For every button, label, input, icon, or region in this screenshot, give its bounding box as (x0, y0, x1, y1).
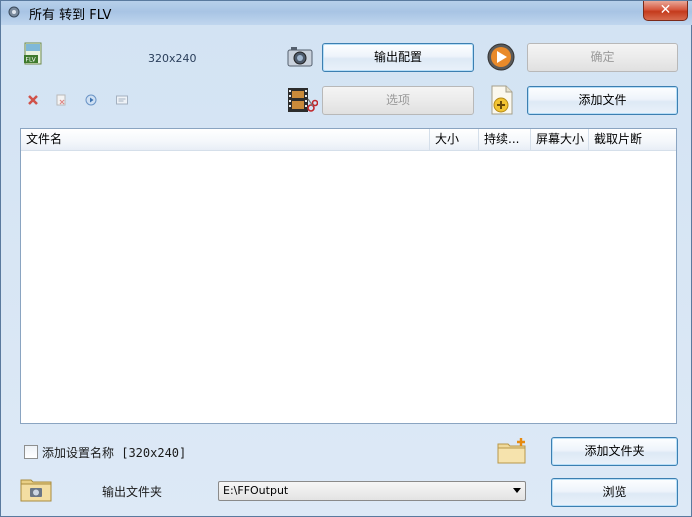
file-list[interactable]: 文件名 大小 持续... 屏幕大小 截取片断 (20, 128, 677, 424)
orange-arrow-icon[interactable] (486, 42, 516, 72)
ok-button[interactable]: 确定 (527, 43, 678, 72)
output-folder-select[interactable]: E:\FFOutput (218, 481, 526, 501)
output-folder-value: E:\FFOutput (223, 484, 289, 497)
info-icon[interactable] (115, 93, 129, 107)
column-header-screen-size[interactable]: 屏幕大小 (531, 129, 589, 151)
options-button[interactable]: 选项 (322, 86, 474, 115)
title-bar: 所有 转到 FLV ✕ (1, 1, 692, 25)
gear-icon (8, 6, 20, 18)
clear-icon[interactable] (54, 93, 68, 107)
add-folder-icon[interactable] (496, 437, 528, 465)
column-header-filename[interactable]: 文件名 (21, 129, 430, 151)
column-header-clip[interactable]: 截取片断 (589, 129, 676, 151)
svg-text:FLV: FLV (26, 57, 37, 64)
remove-icon[interactable] (26, 93, 40, 107)
film-clip-icon[interactable] (286, 85, 318, 115)
camera-settings-icon[interactable] (285, 42, 315, 72)
chevron-down-icon[interactable] (513, 488, 521, 493)
add-folder-button[interactable]: 添加文件夹 (551, 437, 678, 466)
resolution-label: 320x240 (148, 52, 197, 65)
column-header-duration[interactable]: 持续... (479, 129, 531, 151)
output-config-button[interactable]: 输出配置 (322, 43, 474, 72)
add-file-icon[interactable] (488, 84, 516, 116)
add-file-button[interactable]: 添加文件 (527, 86, 678, 115)
output-folder-label: 输出文件夹 (102, 485, 163, 499)
column-header-size[interactable]: 大小 (430, 129, 479, 151)
output-folder-icon[interactable] (20, 476, 52, 502)
browse-button[interactable]: 浏览 (551, 478, 678, 507)
add-setting-name-label: 添加设置名称 [320x240] (42, 446, 187, 460)
window-title: 所有 转到 FLV (29, 8, 112, 23)
play-icon[interactable] (84, 93, 98, 107)
file-list-header: 文件名 大小 持续... 屏幕大小 截取片断 (21, 129, 676, 151)
add-setting-name-checkbox[interactable] (24, 445, 38, 459)
close-button[interactable]: ✕ (643, 1, 688, 21)
flv-file-icon: FLV (24, 42, 42, 65)
